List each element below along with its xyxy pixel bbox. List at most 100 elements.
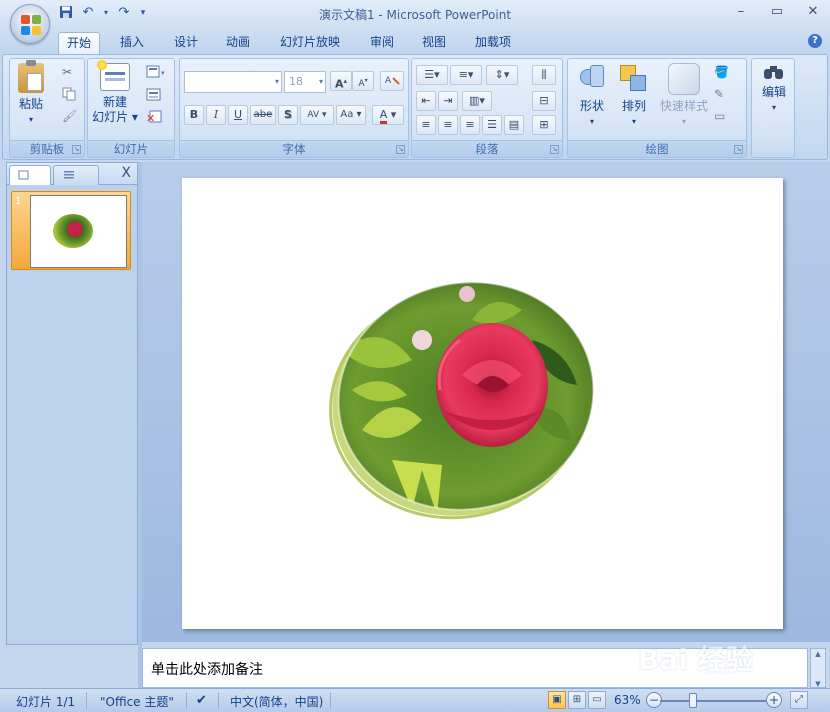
- format-painter-icon[interactable]: 🖌: [62, 109, 78, 125]
- reset-icon[interactable]: [146, 87, 162, 103]
- delete-slide-icon[interactable]: ✕: [146, 109, 162, 125]
- clipboard-launcher-icon[interactable]: ↘: [72, 145, 81, 154]
- layout-icon[interactable]: ▾: [146, 65, 165, 81]
- font-name-combo[interactable]: ▾: [184, 71, 282, 93]
- align-left-icon[interactable]: ≡: [416, 115, 436, 135]
- slide-editing-area: [142, 162, 830, 642]
- bullets-icon[interactable]: ☰▾: [416, 65, 448, 85]
- font-color-button[interactable]: A ▾: [372, 105, 404, 125]
- clear-format-icon[interactable]: A: [380, 71, 404, 91]
- slide-canvas[interactable]: [182, 178, 783, 629]
- justify-icon[interactable]: ☰: [482, 115, 502, 135]
- decrease-indent-icon[interactable]: ⇤: [416, 91, 436, 111]
- shapes-arrow-icon: ▾: [589, 117, 594, 126]
- cut-icon[interactable]: ✂: [62, 65, 78, 81]
- font-launcher-icon[interactable]: ↘: [396, 145, 405, 154]
- bold-button[interactable]: B: [184, 105, 204, 125]
- quick-styles-button[interactable]: 快速样式 ▾: [656, 63, 712, 129]
- align-center-icon[interactable]: ≡: [438, 115, 458, 135]
- change-case-button[interactable]: Aa ▾: [336, 105, 366, 125]
- smartart-icon[interactable]: ⊞: [532, 115, 556, 135]
- tab-home[interactable]: 开始: [58, 32, 100, 54]
- normal-view-icon[interactable]: ▣: [548, 691, 566, 709]
- thumbnail-rose-image: [53, 214, 93, 248]
- minimize-button[interactable]: –: [732, 4, 750, 20]
- shapes-button[interactable]: 形状 ▾: [572, 63, 612, 129]
- group-drawing: 形状 ▾ 排列 ▾ 快速样式 ▾ 🪣 ✎ ▭ 绘图 ↘: [567, 58, 747, 158]
- tab-review[interactable]: 审阅: [362, 32, 402, 54]
- font-size-combo[interactable]: 18 ▾: [284, 71, 326, 93]
- svg-text:✕: ✕: [146, 112, 155, 125]
- tab-view[interactable]: 视图: [414, 32, 454, 54]
- tab-animations[interactable]: 动画: [218, 32, 258, 54]
- font-color-icon: A: [379, 108, 388, 124]
- case-label: Aa: [340, 109, 354, 120]
- tab-outline[interactable]: [53, 165, 99, 185]
- tab-slides[interactable]: [9, 165, 51, 185]
- ribbon-tabs: 开始 插入 设计 动画 幻灯片放映 审阅 视图 加载项 ?: [0, 28, 830, 54]
- slide-number: 1: [15, 196, 22, 207]
- ribbon: 粘贴 ▾ ✂ 🖌 剪贴板 ↘ 新建 幻灯片 ▾ ▾ ✕ 幻灯片 ▾ 18 ▾ A…: [2, 54, 828, 160]
- arrange-icon: [618, 63, 650, 95]
- underline-button[interactable]: U: [228, 105, 248, 125]
- tab-insert[interactable]: 插入: [112, 32, 152, 54]
- close-button[interactable]: ✕: [804, 4, 822, 20]
- new-slide-button[interactable]: 新建 幻灯片 ▾: [90, 60, 140, 125]
- baidu-watermark: Bai 经验 jingyan.baidu.com: [638, 630, 788, 682]
- paste-arrow: ▾: [28, 115, 33, 124]
- office-button[interactable]: [10, 4, 50, 44]
- shape-effects-icon[interactable]: ▭: [714, 109, 730, 125]
- language-indicator[interactable]: 中文(简体，中国): [230, 693, 323, 710]
- tab-slideshow[interactable]: 幻灯片放映: [272, 32, 348, 54]
- group-font: ▾ 18 ▾ A▴ A▾ A B I U abe S AV ▾ Aa ▾ A ▾…: [179, 58, 409, 158]
- editing-button[interactable]: 编辑 ▾: [754, 63, 794, 115]
- align-right-icon[interactable]: ≡: [460, 115, 480, 135]
- align-text-icon[interactable]: ⊟: [532, 91, 556, 111]
- line-spacing-icon[interactable]: ⇕▾: [486, 65, 518, 85]
- zoom-slider-thumb[interactable]: [689, 693, 697, 708]
- text-direction-icon[interactable]: ⫼: [532, 65, 556, 85]
- tab-addins[interactable]: 加载项: [468, 32, 518, 54]
- window-controls: – ▭ ✕: [732, 4, 822, 20]
- slide-thumbnail-selected[interactable]: 1: [11, 191, 131, 270]
- italic-button[interactable]: I: [206, 105, 226, 125]
- zoom-level[interactable]: 63%: [614, 693, 641, 707]
- shrink-font-button[interactable]: A▾: [352, 71, 374, 91]
- spell-check-icon[interactable]: ✔: [196, 693, 207, 708]
- group-editing: 编辑 ▾: [751, 58, 795, 158]
- maximize-button[interactable]: ▭: [768, 4, 786, 20]
- zoom-in-icon[interactable]: +: [766, 692, 782, 708]
- strikethrough-button[interactable]: abe: [250, 105, 276, 125]
- close-pane-icon[interactable]: X: [121, 165, 131, 181]
- new-slide-icon: [97, 60, 130, 91]
- increase-indent-icon[interactable]: ⇥: [438, 91, 458, 111]
- chevron-down-icon: ▾: [274, 77, 279, 86]
- arrange-button[interactable]: 排列 ▾: [614, 63, 654, 129]
- columns-icon[interactable]: ▥▾: [462, 91, 492, 111]
- shadow-button[interactable]: S: [278, 105, 298, 125]
- character-spacing-button[interactable]: AV ▾: [300, 105, 334, 125]
- numbering-icon[interactable]: ≡▾: [450, 65, 482, 85]
- fit-to-window-icon[interactable]: ⤢: [790, 691, 808, 709]
- zoom-slider-track[interactable]: [660, 700, 766, 702]
- paste-button[interactable]: 粘贴 ▾: [14, 60, 48, 127]
- shape-fill-icon[interactable]: 🪣: [714, 65, 730, 81]
- notes-scrollbar[interactable]: ▲ ▼: [810, 648, 826, 688]
- notes-placeholder[interactable]: 单击此处添加备注: [151, 659, 263, 679]
- tab-design[interactable]: 设计: [166, 32, 206, 54]
- chevron-down-icon: ▾: [318, 77, 323, 86]
- rose-picture[interactable]: [322, 280, 598, 520]
- slideshow-view-icon[interactable]: ▭: [588, 691, 606, 709]
- slide-sorter-view-icon[interactable]: ⊞: [568, 691, 586, 709]
- quick-styles-label: 快速样式: [659, 99, 708, 113]
- scroll-up-icon[interactable]: ▲: [811, 649, 825, 659]
- copy-icon[interactable]: [62, 87, 78, 103]
- drawing-launcher-icon[interactable]: ↘: [734, 145, 743, 154]
- help-icon[interactable]: ?: [808, 34, 822, 48]
- shape-outline-icon[interactable]: ✎: [714, 87, 730, 103]
- arrange-label: 排列: [621, 99, 646, 113]
- grow-font-button[interactable]: A▴: [330, 71, 352, 91]
- paragraph-launcher-icon[interactable]: ↘: [550, 145, 559, 154]
- new-slide-label-1: 新建: [102, 95, 127, 109]
- distributed-icon[interactable]: ▤: [504, 115, 524, 135]
